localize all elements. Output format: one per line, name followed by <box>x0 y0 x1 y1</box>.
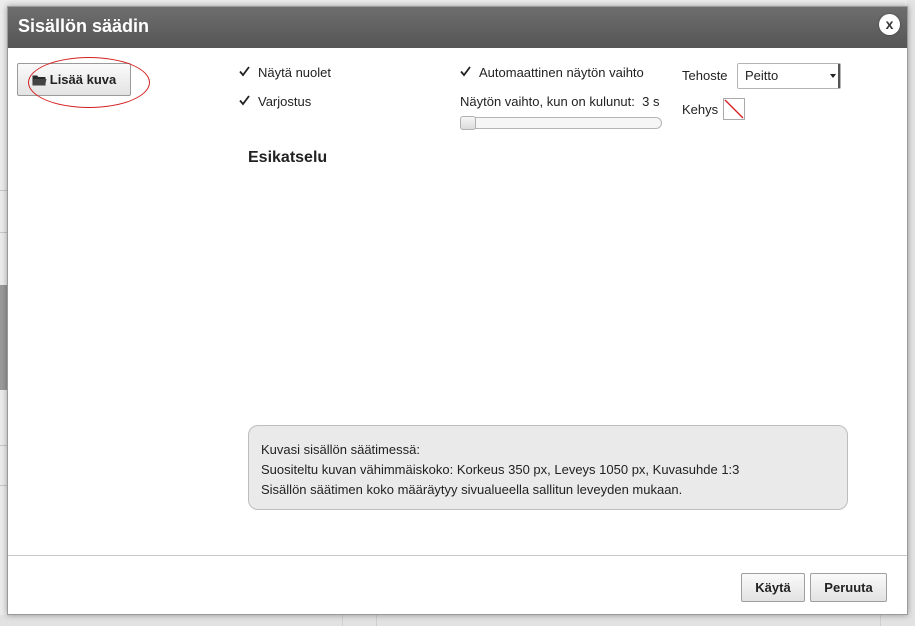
background-strip <box>0 285 7 390</box>
dialog-title: Sisällön säädin <box>18 16 150 36</box>
add-image-label: Lisää kuva <box>49 72 117 87</box>
footer-divider <box>8 555 907 556</box>
shadow-option[interactable]: Varjostus <box>239 94 311 109</box>
dropdown-arrow-icon <box>830 74 836 78</box>
info-line: Kuvasi sisällön säätimessä: <box>261 442 420 457</box>
auto-switch-label: Automaattinen näytön vaihto <box>479 65 644 80</box>
dialog-titlebar: Sisällön säädin x <box>8 7 907 48</box>
interval-label: Näytön vaihto, kun on kulunut: 3 s <box>460 94 659 109</box>
effect-label: Tehoste <box>682 68 728 83</box>
show-arrows-option[interactable]: Näytä nuolet <box>239 65 331 80</box>
background-right-edge <box>907 0 915 626</box>
background-divider <box>0 445 7 446</box>
interval-slider[interactable] <box>460 116 662 130</box>
show-arrows-label: Näytä nuolet <box>258 65 331 80</box>
frame-color-swatch[interactable] <box>723 98 745 120</box>
show-arrows-checkbox[interactable] <box>239 66 250 78</box>
folder-icon <box>32 74 47 86</box>
no-frame-icon <box>724 99 744 119</box>
auto-switch-option[interactable]: Automaattinen näytön vaihto <box>460 65 644 80</box>
info-line: Sisällön säätimen koko määräytyy sivualu… <box>261 482 683 497</box>
background-divider <box>0 190 7 191</box>
close-button[interactable]: x <box>879 14 900 35</box>
content-editor-dialog: Sisällön säädin x Lisää kuva Näytä nuole… <box>7 6 908 615</box>
frame-label: Kehys <box>682 102 719 117</box>
interval-slider-handle[interactable] <box>460 116 476 130</box>
background-divider <box>0 485 7 486</box>
interval-text: Näytön vaihto, kun on kulunut: <box>460 94 635 109</box>
background-bottom <box>0 615 915 626</box>
info-line: Suositeltu kuvan vähimmäiskoko: Korkeus … <box>261 462 740 477</box>
shadow-label: Varjostus <box>258 94 312 109</box>
effect-selected-value: Peitto <box>745 68 779 83</box>
interval-value: 3 s <box>642 94 660 109</box>
add-image-button[interactable]: Lisää kuva <box>17 63 131 96</box>
background-divider <box>0 232 7 233</box>
apply-button[interactable]: Käytä <box>741 573 805 602</box>
cancel-button[interactable]: Peruuta <box>810 573 887 602</box>
auto-switch-checkbox[interactable] <box>460 66 471 78</box>
effect-select[interactable]: Peitto <box>737 63 841 89</box>
preview-heading: Esikatselu <box>248 149 328 166</box>
shadow-checkbox[interactable] <box>239 95 250 107</box>
info-box: Kuvasi sisällön säätimessä: Suositeltu k… <box>248 425 848 510</box>
